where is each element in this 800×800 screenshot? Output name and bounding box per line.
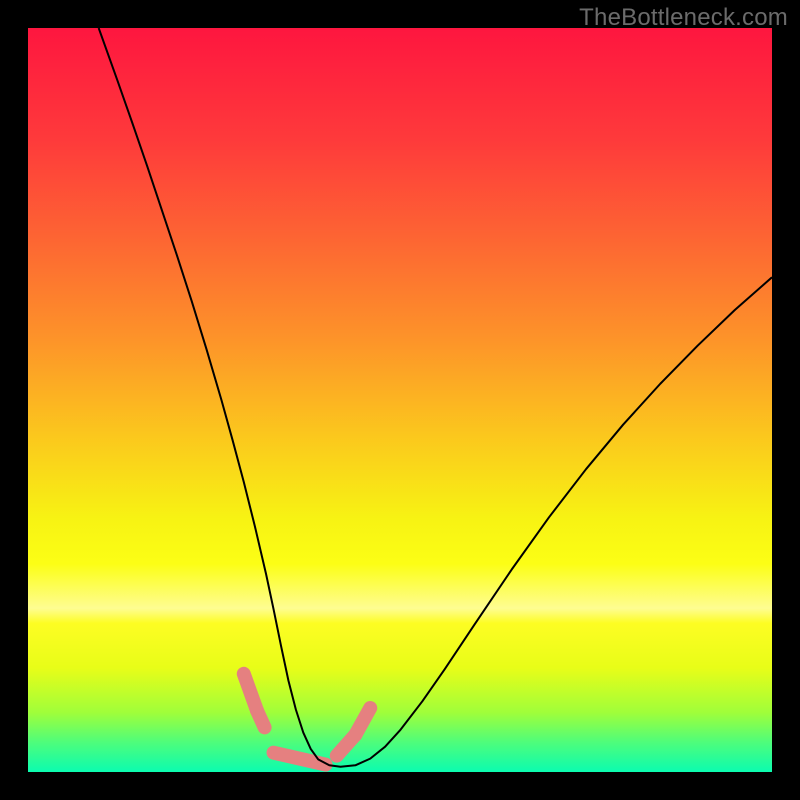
watermark-text: TheBottleneck.com [579,4,788,32]
chart-svg [28,28,772,772]
plot-area [28,28,772,772]
chart-frame: TheBottleneck.com [0,0,800,800]
gradient-background [28,28,772,772]
marker-blob [257,711,264,727]
